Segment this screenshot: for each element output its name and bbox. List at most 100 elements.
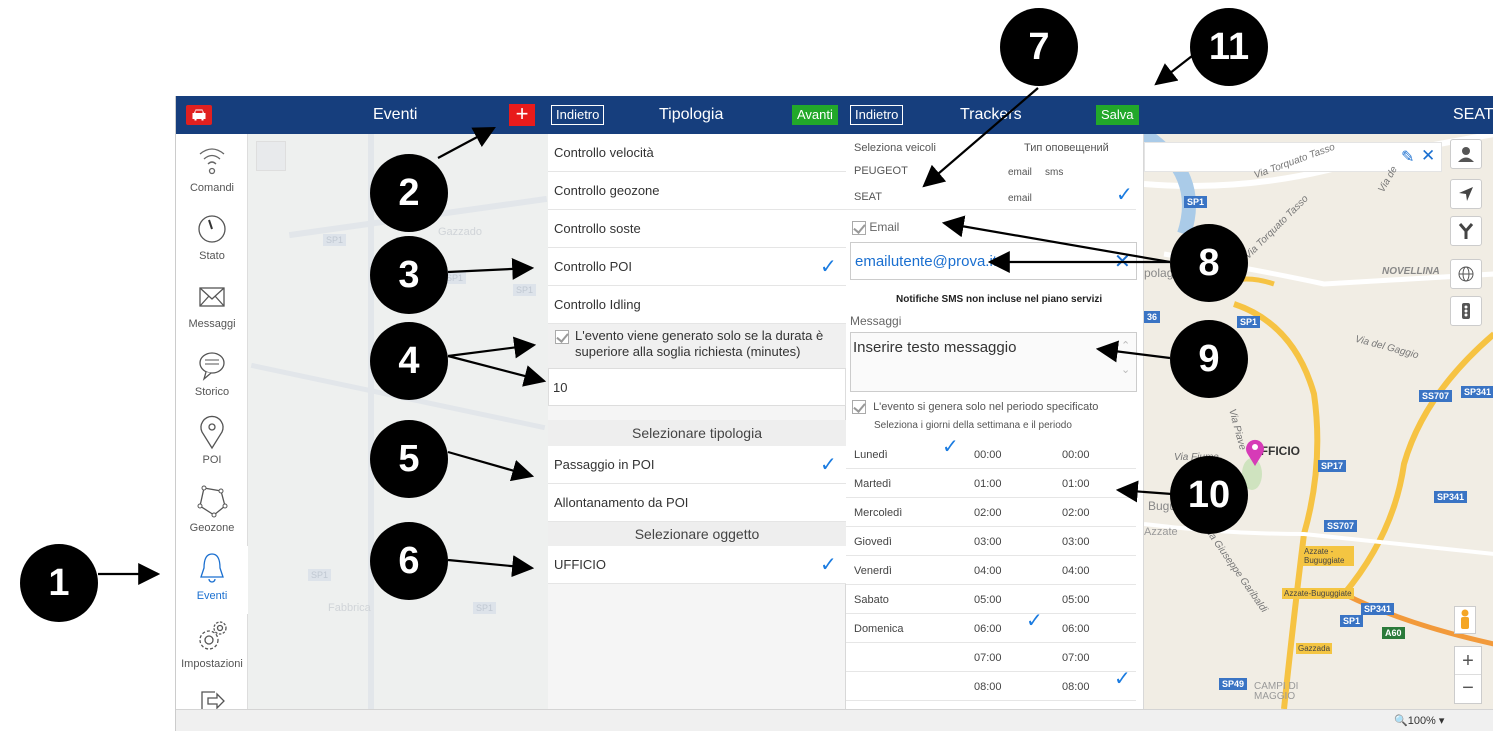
schedule-from-time[interactable]: 08:00	[974, 681, 1002, 693]
schedule-from-time[interactable]: 04:00	[974, 565, 1002, 577]
sidebar-item-messaggi[interactable]: Messaggi	[176, 274, 248, 342]
add-event-button[interactable]: +	[509, 103, 535, 126]
locate-control[interactable]	[1450, 179, 1482, 209]
poi-marker-icon[interactable]	[1244, 437, 1266, 467]
message-textarea[interactable]: Inserire testo messaggio ⌃ ⌄	[850, 332, 1137, 392]
schedule-row[interactable]: 07:00 07:00	[846, 643, 1136, 672]
schedule-from-time[interactable]: 06:00	[974, 623, 1002, 635]
chat-bubble-icon	[199, 352, 225, 381]
sidebar-item-comandi[interactable]: Comandi	[176, 138, 248, 206]
tipologia-item-label: Controllo geozone	[554, 183, 660, 198]
clear-icon[interactable]: ✕	[1114, 249, 1131, 274]
period-option[interactable]: L'evento si genera solo nel periodo spec…	[852, 400, 1098, 416]
map-pin-icon	[200, 415, 224, 450]
user-control[interactable]	[1450, 139, 1482, 169]
schedule-day[interactable]: Giovedì	[854, 536, 892, 548]
tipologia-item[interactable]: Controllo POI ✓	[548, 248, 846, 286]
sidebar-item-storico[interactable]: Storico	[176, 342, 248, 410]
schedule-from-time[interactable]: 00:00	[974, 449, 1002, 461]
email-field[interactable]: emailutente@prova.it ✕	[850, 242, 1137, 280]
tipologia-item[interactable]: Controllo soste	[548, 210, 846, 248]
schedule-from-time[interactable]: 03:00	[974, 536, 1002, 548]
place-label: CAMPI DI MAGGIO	[1254, 681, 1299, 702]
schedule-to-time[interactable]: 06:00	[1062, 623, 1090, 635]
duration-input[interactable]: 10	[548, 368, 846, 406]
schedule-to-time[interactable]: 05:00	[1062, 594, 1090, 606]
schedule-to-time[interactable]: 02:00	[1062, 507, 1090, 519]
edit-icon[interactable]: ✎	[1401, 147, 1414, 167]
sidebar-item-eventi[interactable]: Eventi	[176, 546, 248, 614]
period-checkbox[interactable]	[852, 400, 866, 414]
schedule-from-time[interactable]: 07:00	[974, 652, 1002, 664]
schedule-from-time[interactable]: 05:00	[974, 594, 1002, 606]
schedule-to-time[interactable]: 03:00	[1062, 536, 1090, 548]
checkmark-icon: ✓	[820, 256, 837, 278]
vehicle-row-peugeot[interactable]: PEUGEOT email sms	[846, 160, 1136, 184]
type-item[interactable]: Allontanamento da POI	[548, 484, 846, 522]
schedule-to-time[interactable]: 04:00	[1062, 565, 1090, 577]
street-view-control[interactable]	[1454, 606, 1476, 634]
schedule-to-time[interactable]: 07:00	[1062, 652, 1090, 664]
sidebar-item-stato[interactable]: Stato	[176, 206, 248, 274]
vehicle-button[interactable]	[186, 105, 212, 125]
road-label: SP1	[1340, 615, 1364, 627]
road-label: SS707	[1419, 390, 1453, 402]
type-item-label: Passaggio in POI	[554, 457, 655, 472]
zoom-in-icon[interactable]: +	[1455, 647, 1481, 675]
tipologia-item[interactable]: Controllo geozone	[548, 172, 846, 210]
back-button-2[interactable]: Indietro	[850, 105, 904, 125]
schedule-day[interactable]: Mercoledì	[854, 507, 902, 519]
tipologia-item-label: Controllo soste	[554, 221, 641, 236]
message-value: Inserire testo messaggio	[853, 339, 1017, 356]
schedule-day[interactable]: Martedì	[854, 478, 891, 490]
duration-checkbox[interactable]	[555, 330, 569, 344]
schedule-row[interactable]: Giovedì 03:00 03:00	[846, 527, 1136, 556]
map[interactable]: ✎ ✕ SP1 SP1 36 SS707 SP341 SP17 SP341 SS…	[1144, 134, 1493, 709]
user-icon	[1458, 147, 1474, 162]
schedule-day[interactable]: Domenica	[854, 623, 904, 635]
scroll-up-icon[interactable]: ⌃	[1121, 339, 1130, 352]
sidebar-item-poi[interactable]: POI	[176, 410, 248, 478]
globe-icon	[1458, 266, 1474, 282]
tipologia-item[interactable]: Controllo Idling	[548, 286, 846, 324]
back-button-1[interactable]: Indietro	[551, 105, 605, 125]
schedule-row[interactable]: Sabato 05:00 05:00	[846, 585, 1136, 614]
schedule-day[interactable]: Lunedì	[854, 449, 888, 461]
schedule-row[interactable]: Lunedì 00:00 00:00 ✓	[846, 436, 1136, 469]
schedule-from-time[interactable]: 01:00	[974, 478, 1002, 490]
schedule-to-time[interactable]: 00:00	[1062, 449, 1090, 461]
schedule-from-time[interactable]: 02:00	[974, 507, 1002, 519]
schedule-row[interactable]: Venerdì 04:00 04:00	[846, 556, 1136, 585]
schedule-row[interactable]: Mercoledì 02:00 02:00	[846, 498, 1136, 527]
schedule-row[interactable]: Martedì 01:00 01:00	[846, 469, 1136, 498]
schedule-row[interactable]: Domenica 06:00 06:00 ✓	[846, 610, 1136, 643]
eventi-title: Eventi	[373, 106, 418, 123]
schedule-day[interactable]: Sabato	[854, 594, 889, 606]
object-item[interactable]: UFFICIO ✓	[548, 546, 846, 584]
sms-notice: Notifiche SMS non incluse nel piano serv…	[896, 294, 1103, 305]
sidebar-item-impostazioni[interactable]: Impostazioni	[176, 614, 248, 682]
sidebar-item-geozone[interactable]: Geozone	[176, 478, 248, 546]
navigation-arrow-icon	[1459, 187, 1473, 201]
vehicle-sms-type: sms	[1045, 167, 1064, 178]
directions-control[interactable]	[1450, 216, 1482, 246]
schedule-day[interactable]: Venerdì	[854, 565, 892, 577]
schedule-to-time[interactable]: 01:00	[1062, 478, 1090, 490]
zoom-level[interactable]: 🔍100% ▾	[1394, 714, 1444, 727]
type-item[interactable]: Passaggio in POI ✓	[548, 446, 846, 484]
globe-control[interactable]	[1450, 259, 1482, 289]
scroll-down-icon[interactable]: ⌄	[1121, 363, 1130, 376]
close-icon[interactable]: ✕	[1421, 146, 1435, 166]
callout-8: 8	[1170, 224, 1248, 302]
schedule-to-time[interactable]: 08:00	[1062, 681, 1090, 693]
schedule-row[interactable]: 08:00 08:00 ✓	[846, 668, 1136, 701]
save-button[interactable]: Salva	[1096, 105, 1139, 125]
traffic-control[interactable]	[1450, 296, 1482, 326]
zoom-out-icon[interactable]: −	[1455, 675, 1481, 703]
vehicle-row-seat[interactable]: SEAT email ✓	[846, 184, 1136, 210]
next-button[interactable]: Avanti	[792, 105, 838, 125]
road-label: A60	[1382, 627, 1405, 639]
tipologia-item[interactable]: Controllo velocità	[548, 134, 846, 172]
email-checkbox[interactable]	[852, 220, 866, 235]
email-option[interactable]: Email	[852, 220, 899, 238]
